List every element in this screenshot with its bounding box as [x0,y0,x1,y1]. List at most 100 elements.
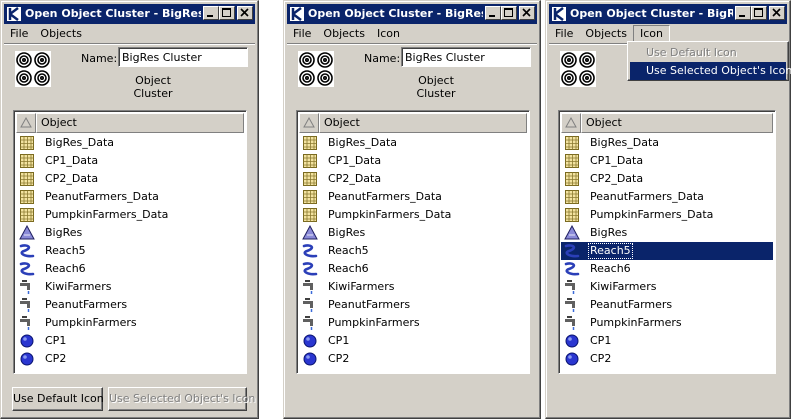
reach-icon [302,243,318,259]
faucet-icon [19,279,35,295]
list-item-label: PeanutFarmers_Data [45,190,159,203]
list-item[interactable]: PeanutFarmers [561,296,773,314]
sort-icon[interactable] [16,113,36,133]
close-button[interactable] [769,6,785,20]
list-item[interactable]: BigRes_Data [561,134,773,152]
list-item[interactable]: KiwiFarmers [16,278,244,296]
object-list[interactable]: Object BigRes_Data CP1_Data CP2_Data Peanut… [558,110,776,374]
sort-icon[interactable] [561,113,581,133]
list-item[interactable]: CP2 [561,350,773,368]
column-header-object[interactable]: Object [581,113,773,133]
list-item-label: Reach6 [328,262,369,275]
list-item-label: PumpkinFarmers [45,316,137,329]
list-item[interactable]: CP2_Data [561,170,773,188]
list-item[interactable]: Reach5 [16,242,244,260]
name-input[interactable]: BigRes Cluster [118,47,248,67]
list-item[interactable]: PumpkinFarmers [299,314,527,332]
data-grid-icon [302,153,318,169]
name-input[interactable]: BigRes Cluster [401,47,531,67]
list-item[interactable]: BigRes_Data [16,134,244,152]
close-button[interactable] [519,6,535,20]
column-header-object[interactable]: Object [319,113,527,133]
list-header: Object [16,113,244,133]
list-item[interactable]: PumpkinFarmers_Data [16,206,244,224]
maximize-button[interactable] [751,6,767,20]
list-item-label: PumpkinFarmers [590,316,682,329]
maximize-button[interactable] [501,6,517,20]
menu-use-selected-object-icon[interactable]: Use Selected Object's Icon [630,62,791,80]
reservoir-icon [19,224,35,241]
name-label: Name: [364,52,401,65]
list-item[interactable]: PeanutFarmers_Data [561,188,773,206]
menu-divider [4,43,255,45]
minimize-button[interactable] [203,6,219,20]
object-rows: BigRes_Data CP1_Data CP2_Data PeanutFarmers… [561,134,773,368]
list-item[interactable]: BigRes [561,224,773,242]
list-item[interactable]: PeanutFarmers_Data [16,188,244,206]
list-item-label: CP2_Data [328,172,382,185]
use-default-icon-button[interactable]: Use Default Icon [12,387,104,411]
list-item[interactable]: PeanutFarmers [299,296,527,314]
data-grid-icon [19,171,35,187]
menu-file[interactable]: File [287,25,317,43]
list-item[interactable]: CP1 [299,332,527,350]
faucet-icon [302,315,318,331]
list-item[interactable]: PeanutFarmers [16,296,244,314]
use-selected-icon-button[interactable]: Use Selected Object's Icon [108,387,255,411]
list-item[interactable]: PumpkinFarmers [16,314,244,332]
faucet-icon [564,315,580,331]
title-bar[interactable]: Open Object Cluster - BigRes [287,4,537,24]
column-header-object[interactable]: Object [36,113,244,133]
list-item[interactable]: BigRes [299,224,527,242]
list-item[interactable]: CP2 [16,350,244,368]
menu-file[interactable]: File [4,25,34,43]
menu-objects[interactable]: Objects [579,25,633,43]
list-item[interactable]: CP1_Data [561,152,773,170]
menu-objects[interactable]: Objects [34,25,88,43]
object-list[interactable]: Object BigRes_Data CP1_Data CP2_Data Peanut… [13,110,247,374]
maximize-button[interactable] [219,6,235,20]
data-grid-icon [564,207,580,223]
list-item[interactable]: CP2_Data [16,170,244,188]
list-item[interactable]: BigRes_Data [299,134,527,152]
list-item[interactable]: Reach5 [561,242,773,260]
minimize-button[interactable] [485,6,501,20]
menu-file[interactable]: File [549,25,579,43]
list-item[interactable]: Reach6 [299,260,527,278]
list-item-label: Reach5 [328,244,369,257]
list-item[interactable]: PumpkinFarmers_Data [299,206,527,224]
list-item-label: CP2_Data [590,172,644,185]
list-item[interactable]: BigRes [16,224,244,242]
object-rows: BigRes_Data CP1_Data CP2_Data PeanutFarmers… [299,134,527,368]
list-item-label: KiwiFarmers [328,280,395,293]
list-item[interactable]: Reach6 [16,260,244,278]
list-item[interactable]: PeanutFarmers_Data [299,188,527,206]
list-item[interactable]: CP2 [299,350,527,368]
title-bar[interactable]: Open Object Cluster - BigRes [549,4,787,24]
control-point-icon [564,351,580,367]
list-item[interactable]: CP1_Data [16,152,244,170]
list-item[interactable]: CP2_Data [299,170,527,188]
list-item[interactable]: Reach6 [561,260,773,278]
close-button[interactable] [237,6,253,20]
menu-objects[interactable]: Objects [317,25,371,43]
list-item[interactable]: KiwiFarmers [561,278,773,296]
list-item-label: PeanutFarmers_Data [328,190,442,203]
list-item[interactable]: KiwiFarmers [299,278,527,296]
list-item[interactable]: CP1 [561,332,773,350]
list-item-label: CP1 [45,334,67,347]
list-item[interactable]: CP1_Data [299,152,527,170]
title-bar[interactable]: Open Object Cluster - BigRes [4,4,255,24]
sort-icon[interactable] [299,113,319,133]
menu-use-default-icon[interactable]: Use Default Icon [630,44,786,62]
list-item[interactable]: Reach5 [299,242,527,260]
list-item-label: CP1_Data [45,154,99,167]
list-item[interactable]: PumpkinFarmers_Data [561,206,773,224]
list-item[interactable]: CP1 [16,332,244,350]
data-grid-icon [302,207,318,223]
menu-icon[interactable]: Icon [371,25,406,43]
minimize-button[interactable] [735,6,751,20]
list-item-label: KiwiFarmers [590,280,657,293]
object-list[interactable]: Object BigRes_Data CP1_Data CP2_Data Peanut… [296,110,530,374]
list-item[interactable]: PumpkinFarmers [561,314,773,332]
